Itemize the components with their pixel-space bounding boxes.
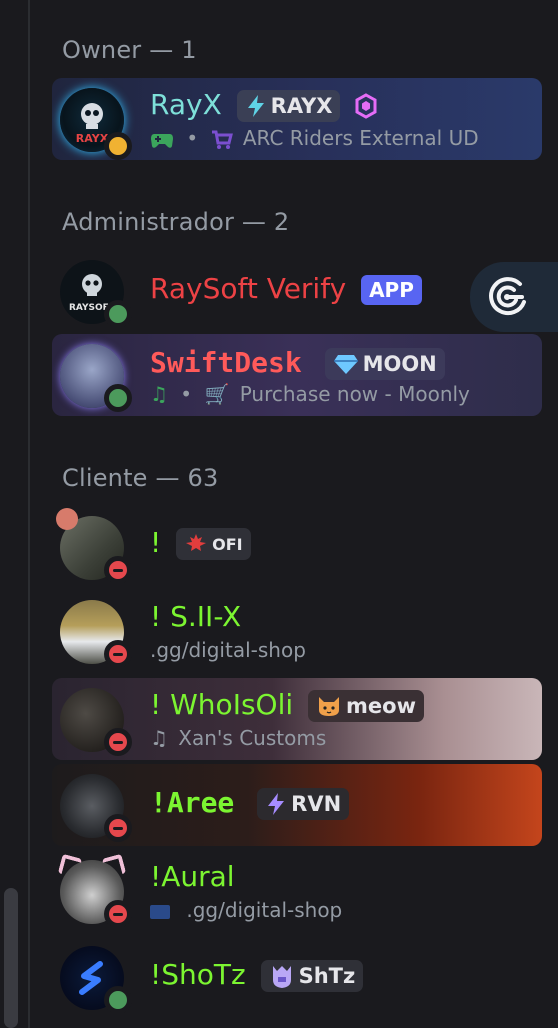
music-note-icon: ♫ <box>150 726 168 750</box>
status-dnd-icon <box>104 556 132 584</box>
member-raysoft-verify[interactable]: RAYSOFT RaySoft Verify APP <box>52 250 542 332</box>
member-name: ! S.II-X <box>150 600 242 633</box>
crystal-badge-icon[interactable] <box>353 93 379 119</box>
cat-ear-decoration-icon <box>101 853 127 879</box>
member-name: ! <box>150 526 162 559</box>
flower-decoration-icon <box>56 508 78 530</box>
member-name: SwiftDesk <box>150 346 302 379</box>
app-badge: APP <box>361 275 422 305</box>
music-note-icon: ♫ <box>150 382 168 406</box>
crown-shield-icon <box>272 966 291 988</box>
member-name: !ShoTz <box>150 958 246 991</box>
scrollbar-thumb[interactable] <box>4 888 18 1028</box>
member-name: !Aree <box>150 786 235 819</box>
activity-text: .gg/digital-shop <box>150 638 306 662</box>
server-tag[interactable]: RVN <box>257 788 350 820</box>
radar-app-icon <box>489 277 526 316</box>
shop-cart-icon <box>211 130 233 149</box>
member-whoisoli[interactable]: ! WhoIsOli meow ♫ Xan's Customs <box>52 678 542 760</box>
server-tag[interactable]: meow <box>308 690 424 722</box>
member-name: RaySoft Verify <box>150 272 347 305</box>
status-online-icon <box>104 300 132 328</box>
member-swiftdesk[interactable]: SwiftDesk MOON ♫ • 🛒 Purchase now - Moon… <box>52 334 542 416</box>
status-online-icon <box>104 986 132 1014</box>
status-dnd-icon <box>104 640 132 668</box>
member-bang[interactable]: ! OFI <box>52 506 542 588</box>
channel-divider <box>0 0 30 1028</box>
member-aree[interactable]: !Aree RVN <box>52 764 542 846</box>
member-sii-x[interactable]: ! S.II-X .gg/digital-shop <box>52 590 542 672</box>
maple-leaf-icon <box>186 534 207 551</box>
activity-text: Xan's Customs <box>178 726 327 750</box>
server-tag[interactable]: OFI <box>176 528 251 560</box>
member-name: ! WhoIsOli <box>150 688 294 721</box>
member-name: RayX <box>150 88 222 121</box>
activity-text: ARC Riders External UD <box>242 126 479 150</box>
member-rayx[interactable]: RAYX RayX RAYX • ARC Riders External UD <box>52 78 542 160</box>
server-tag-icon <box>150 904 170 919</box>
status-online-icon <box>104 384 132 412</box>
cart-icon: 🛒 <box>204 382 230 406</box>
group-header-owner: Owner — 1 <box>62 36 197 64</box>
diamond-icon <box>333 355 358 374</box>
server-tag[interactable]: ShTz <box>260 960 364 992</box>
member-aural[interactable]: !Aural .gg/digital-shop <box>52 850 542 932</box>
status-idle-icon <box>104 132 132 160</box>
status-dnd-icon <box>104 814 132 842</box>
cat-icon <box>319 697 340 716</box>
member-name: !Aural <box>150 860 235 893</box>
app-widget-button[interactable] <box>470 262 558 332</box>
activity-text: .gg/digital-shop <box>186 898 343 922</box>
lightning-icon <box>247 95 264 117</box>
group-header-client: Cliente — 63 <box>62 464 219 492</box>
status-dnd-icon <box>104 900 132 928</box>
server-tag[interactable]: MOON <box>324 348 445 380</box>
group-header-admin: Administrador — 2 <box>62 208 290 236</box>
controller-icon <box>151 133 173 148</box>
activity-text: Purchase now - Moonly <box>239 382 470 406</box>
member-shotz[interactable]: !ShoTz ShTz <box>52 936 542 1018</box>
status-dnd-icon <box>104 728 132 756</box>
lightning-icon <box>268 793 285 815</box>
server-tag[interactable]: RAYX <box>236 90 341 122</box>
